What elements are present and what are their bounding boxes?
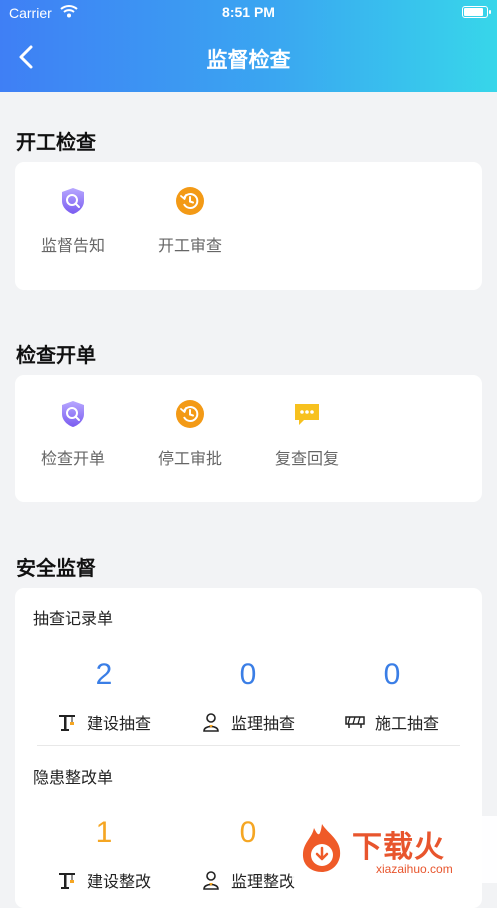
grid-item-review-reply[interactable]: 复查回复 xyxy=(261,399,353,469)
watermark: 下载火 xiazaihuo.com xyxy=(292,816,497,883)
stat-value: 0 xyxy=(383,658,401,691)
stat-construction-spot-check[interactable]: 2 建设抽查 xyxy=(34,658,174,734)
section-title-safety: 安全监督 xyxy=(16,556,96,580)
stat-label: 监理抽查 xyxy=(230,714,295,733)
grid-item-label: 停工审批 xyxy=(157,449,222,468)
spot-check-title: 抽查记录单 xyxy=(33,609,114,628)
fire-logo-icon xyxy=(302,824,341,872)
stat-label: 监理整改 xyxy=(230,872,295,891)
status-time: 8:51 PM xyxy=(222,4,275,20)
clock-refresh-icon xyxy=(175,186,205,216)
chat-bubble-icon xyxy=(292,399,322,429)
section-title-check-order: 检查开单 xyxy=(16,343,96,367)
card-start-check: 监督告知 开工审查 xyxy=(15,162,482,290)
barrier-icon xyxy=(345,712,365,732)
page-title: 监督检查 xyxy=(206,48,291,72)
grid-item-label: 开工审查 xyxy=(157,236,222,255)
shield-search-icon xyxy=(58,399,88,429)
stat-contractor-spot-check[interactable]: 0 施工抽查 xyxy=(322,658,462,734)
supervisor-icon xyxy=(201,870,221,890)
rectify-title: 隐患整改单 xyxy=(33,768,114,787)
stat-label: 建设整改 xyxy=(86,872,151,891)
stat-value: 2 xyxy=(95,658,113,691)
grid-item-label: 复查回复 xyxy=(274,449,339,468)
grid-item-check-order[interactable]: 检查开单 xyxy=(27,399,119,469)
supervisor-icon xyxy=(201,712,221,732)
grid-item-supervision-notice[interactable]: 监督告知 xyxy=(27,186,119,256)
grid-item-start-review[interactable]: 开工审查 xyxy=(144,186,236,256)
stat-label: 建设抽查 xyxy=(86,714,151,733)
battery-icon xyxy=(462,6,491,18)
status-bar: Carrier 8:51 PM xyxy=(0,0,497,26)
stat-supervisor-spot-check[interactable]: 0 监理抽查 xyxy=(178,658,318,734)
watermark-url: xiazaihuo.com xyxy=(376,862,453,876)
header-bar: Carrier 8:51 PM 监督检查 xyxy=(0,0,497,92)
divider xyxy=(37,745,460,746)
stat-value: 1 xyxy=(95,816,113,849)
stat-label: 施工抽查 xyxy=(374,714,439,733)
crane-icon xyxy=(57,870,77,890)
shield-search-icon xyxy=(58,186,88,216)
grid-item-label: 检查开单 xyxy=(40,449,105,468)
crane-icon xyxy=(57,712,77,732)
stat-construction-rectify[interactable]: 1 建设整改 xyxy=(34,816,174,892)
stat-value: 0 xyxy=(239,658,257,691)
section-title-start-check: 开工检查 xyxy=(16,130,96,154)
clock-refresh-icon xyxy=(175,399,205,429)
grid-item-label: 监督告知 xyxy=(40,236,105,255)
card-check-order: 检查开单 停工审批 复查回复 xyxy=(15,375,482,502)
grid-item-stop-approval[interactable]: 停工审批 xyxy=(144,399,236,469)
watermark-brand: 下载火 xyxy=(352,830,445,865)
